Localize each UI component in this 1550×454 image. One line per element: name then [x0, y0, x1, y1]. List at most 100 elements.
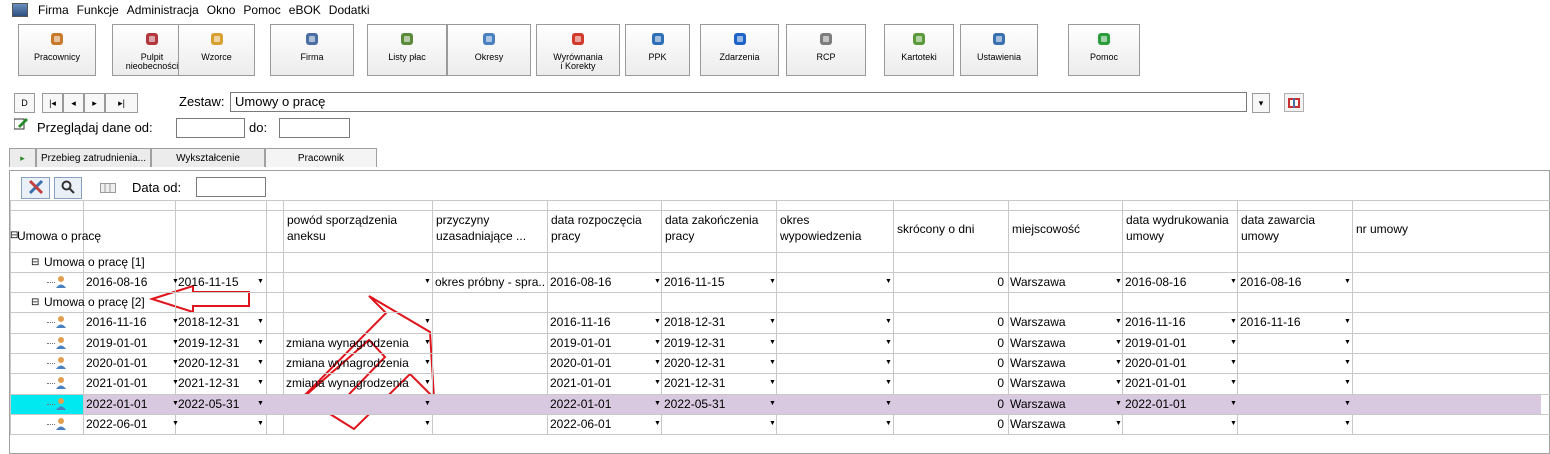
- zestaw-select[interactable]: Umowy o pracę: [230, 92, 1247, 112]
- tab-przebieg[interactable]: Przebieg zatrudnienia...: [36, 148, 151, 167]
- cell-data-zakonczenia[interactable]: 2018-12-31: [664, 312, 774, 332]
- cell-data-rozpoczecia[interactable]: 2022-01-01: [550, 394, 656, 414]
- cell-data-wydrukowania[interactable]: 2022-01-01: [1125, 394, 1235, 414]
- cell-przyczyny[interactable]: okres próbny - spra...: [435, 272, 545, 292]
- cell-miejscowosc[interactable]: Warszawa: [1010, 312, 1120, 332]
- dropdown-arrow-icon[interactable]: ▼: [654, 339, 661, 346]
- dropdown-arrow-icon[interactable]: ▼: [424, 379, 431, 386]
- dropdown-arrow-icon[interactable]: ▼: [1344, 420, 1351, 427]
- dropdown-arrow-icon[interactable]: ▼: [257, 359, 264, 366]
- dropdown-arrow-icon[interactable]: ▼: [1230, 318, 1237, 325]
- cell-date-from[interactable]: 2022-06-01: [86, 414, 174, 434]
- dropdown-arrow-icon[interactable]: ▼: [1115, 359, 1122, 366]
- dropdown-arrow-icon[interactable]: ▼: [769, 379, 776, 386]
- cell-data-wydrukowania[interactable]: [1125, 414, 1235, 434]
- dropdown-arrow-icon[interactable]: ▼: [1344, 318, 1351, 325]
- cell-date-to[interactable]: [178, 414, 264, 434]
- collapse-all-icon[interactable]: ⊟: [10, 228, 18, 244]
- column-header[interactable]: data zawarcia umowy: [1241, 212, 1315, 244]
- dropdown-arrow-icon[interactable]: ▼: [1344, 400, 1351, 407]
- set-config-icon[interactable]: [1284, 93, 1304, 112]
- cell-okres-wypowiedzenia[interactable]: [779, 272, 889, 292]
- tabs-expand-button[interactable]: ▸: [9, 148, 36, 167]
- cell-date-from[interactable]: 2019-01-01: [86, 333, 174, 353]
- dropdown-arrow-icon[interactable]: ▼: [257, 379, 264, 386]
- toolbar-button-people[interactable]: Pracownicy: [18, 24, 96, 76]
- column-header[interactable]: powód sporządzenia aneksu: [287, 212, 397, 244]
- dropdown-arrow-icon[interactable]: ▼: [257, 420, 264, 427]
- cell-skrocony[interactable]: 0: [896, 394, 1006, 414]
- cell-data-wydrukowania[interactable]: 2016-08-16: [1125, 272, 1235, 292]
- filter-to-input[interactable]: [279, 118, 350, 138]
- dropdown-arrow-icon[interactable]: ▼: [1115, 339, 1122, 346]
- cell-date-to[interactable]: 2016-11-15: [178, 272, 264, 292]
- menu-pomoc[interactable]: Pomoc: [239, 3, 284, 17]
- toolbar-button-tools[interactable]: Ustawienia: [960, 24, 1038, 76]
- grid-search-button[interactable]: [54, 177, 82, 199]
- cell-data-rozpoczecia[interactable]: 2016-08-16: [550, 272, 656, 292]
- column-header[interactable]: data zakończenia pracy: [665, 212, 758, 244]
- cell-date-to[interactable]: 2020-12-31: [178, 353, 264, 373]
- column-header[interactable]: przyczyny uzasadniające ...: [436, 212, 526, 244]
- dropdown-arrow-icon[interactable]: ▼: [654, 278, 661, 285]
- cell-data-zakonczenia[interactable]: 2021-12-31: [664, 373, 774, 393]
- cell-date-to[interactable]: 2021-12-31: [178, 373, 264, 393]
- cell-data-zakonczenia[interactable]: [664, 414, 774, 434]
- cell-okres-wypowiedzenia[interactable]: [779, 373, 889, 393]
- dropdown-arrow-icon[interactable]: ▼: [257, 278, 264, 285]
- dropdown-arrow-icon[interactable]: ▼: [1230, 400, 1237, 407]
- column-header[interactable]: data rozpoczęcia pracy: [551, 212, 642, 244]
- cell-data-wydrukowania[interactable]: 2021-01-01: [1125, 373, 1235, 393]
- menu-funkcje[interactable]: Funkcje: [73, 3, 123, 17]
- cell-data-zawarcia[interactable]: [1240, 353, 1350, 373]
- cell-date-to[interactable]: 2018-12-31: [178, 312, 264, 332]
- menu-okno[interactable]: Okno: [203, 3, 240, 17]
- cell-przyczyny[interactable]: [435, 312, 545, 332]
- dropdown-arrow-icon[interactable]: ▼: [1230, 339, 1237, 346]
- cell-data-rozpoczecia[interactable]: 2022-06-01: [550, 414, 656, 434]
- cell-data-wydrukowania[interactable]: 2020-01-01: [1125, 353, 1235, 373]
- cell-okres-wypowiedzenia[interactable]: [779, 312, 889, 332]
- toolbar-button-help[interactable]: Pomoc: [1068, 24, 1140, 76]
- cell-data-rozpoczecia[interactable]: 2021-01-01: [550, 373, 656, 393]
- dropdown-arrow-icon[interactable]: ▼: [654, 420, 661, 427]
- toolbar-button-templates[interactable]: Wzorce: [178, 24, 255, 76]
- zestaw-dropdown-button[interactable]: ▾: [1252, 93, 1270, 113]
- dropdown-arrow-icon[interactable]: ▼: [885, 339, 892, 346]
- cell-data-zawarcia[interactable]: [1240, 333, 1350, 353]
- tab-pracownik[interactable]: Pracownik: [265, 148, 377, 167]
- dropdown-arrow-icon[interactable]: ▼: [424, 400, 431, 407]
- dropdown-arrow-icon[interactable]: ▼: [1115, 420, 1122, 427]
- cell-powod[interactable]: zmiana wynagrodzenia: [286, 353, 430, 373]
- cell-miejscowosc[interactable]: Warszawa: [1010, 272, 1120, 292]
- group-label[interactable]: Umowa o pracę [1]: [44, 252, 145, 272]
- dropdown-arrow-icon[interactable]: ▼: [1115, 318, 1122, 325]
- cell-okres-wypowiedzenia[interactable]: [779, 353, 889, 373]
- dropdown-arrow-icon[interactable]: ▼: [1115, 278, 1122, 285]
- dropdown-arrow-icon[interactable]: ▼: [1344, 359, 1351, 366]
- menu-dodatki[interactable]: Dodatki: [325, 3, 374, 17]
- cell-skrocony[interactable]: 0: [896, 373, 1006, 393]
- dropdown-arrow-icon[interactable]: ▼: [769, 420, 776, 427]
- dropdown-arrow-icon[interactable]: ▼: [424, 318, 431, 325]
- filter-from-input[interactable]: [176, 118, 245, 138]
- cell-przyczyny[interactable]: [435, 414, 545, 434]
- cell-nr-umowy[interactable]: [1355, 333, 1539, 353]
- dropdown-arrow-icon[interactable]: ▼: [1230, 420, 1237, 427]
- column-header[interactable]: miejscowość: [1012, 221, 1080, 237]
- cell-data-rozpoczecia[interactable]: 2020-01-01: [550, 353, 656, 373]
- dropdown-arrow-icon[interactable]: ▼: [1344, 278, 1351, 285]
- cell-date-from[interactable]: 2022-01-01: [86, 394, 174, 414]
- cell-nr-umowy[interactable]: [1355, 394, 1539, 414]
- cell-date-to[interactable]: 2019-12-31: [178, 333, 264, 353]
- column-header[interactable]: okres wypowiedzenia: [780, 212, 861, 244]
- cell-przyczyny[interactable]: [435, 333, 545, 353]
- column-header[interactable]: data wydrukowania umowy: [1126, 212, 1229, 244]
- toolbar-button-chart[interactable]: PPK: [625, 24, 690, 76]
- cell-date-from[interactable]: 2020-01-01: [86, 353, 174, 373]
- nav-first-button[interactable]: |◂: [42, 93, 63, 113]
- dropdown-arrow-icon[interactable]: ▼: [654, 379, 661, 386]
- cell-miejscowosc[interactable]: Warszawa: [1010, 373, 1120, 393]
- dropdown-arrow-icon[interactable]: ▼: [769, 339, 776, 346]
- nav-prev-button[interactable]: ◂: [63, 93, 84, 113]
